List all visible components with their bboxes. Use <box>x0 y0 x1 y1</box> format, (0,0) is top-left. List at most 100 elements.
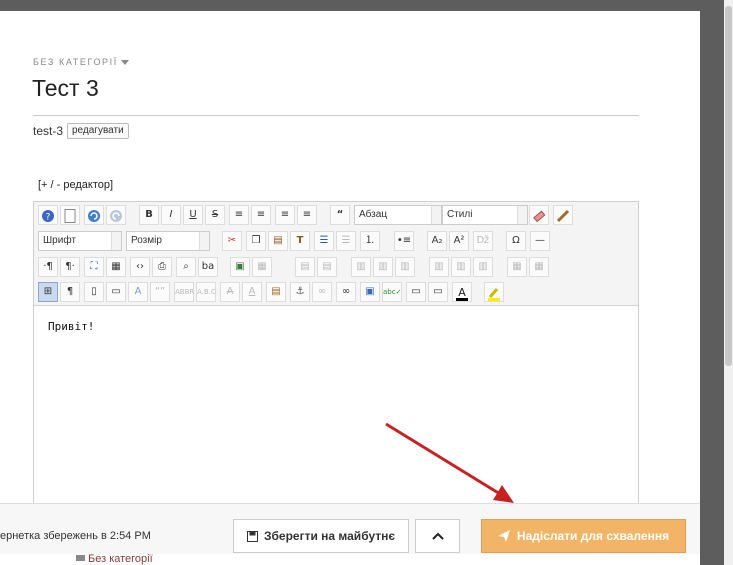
grid-alt-icon[interactable]: ▦ <box>529 257 549 277</box>
merge-right-icon[interactable]: ▥ <box>473 257 493 277</box>
italic-icon[interactable]: I <box>161 205 181 225</box>
subscript-icon[interactable]: A₂ <box>427 231 447 251</box>
template-icon[interactable]: ▦ <box>106 257 126 277</box>
image-icon[interactable]: ▣ <box>230 257 250 277</box>
highlight-icon[interactable] <box>484 282 504 302</box>
underline-icon[interactable]: U <box>183 205 203 225</box>
new-page-icon[interactable] <box>60 205 80 225</box>
special-char-icon[interactable]: Ω <box>506 231 526 251</box>
format-combo-value: Абзац <box>359 209 388 220</box>
fullscreen-icon[interactable]: ⛶ <box>84 257 104 277</box>
acronym-icon[interactable]: A.B.C <box>196 282 216 302</box>
cell-mid-icon[interactable]: ▥ <box>373 257 393 277</box>
iframe-icon[interactable]: ▭ <box>106 282 126 302</box>
ltr-icon[interactable]: ·¶ <box>38 257 58 277</box>
align-left-icon[interactable]: ≡ <box>275 205 295 225</box>
submit-for-approval-button[interactable]: Надіслати для схвалення <box>481 519 686 553</box>
rtl-icon[interactable]: ¶· <box>60 257 80 277</box>
post-panel: БЕЗ КАТЕГОРІЇ Тест 3 test-3 редагувати [… <box>0 11 700 565</box>
strikethrough-icon[interactable]: S <box>205 205 225 225</box>
horizontal-rule-icon[interactable]: — <box>530 231 550 251</box>
cell-right-icon[interactable]: ▥ <box>395 257 415 277</box>
save-for-later-label: Зберегти на майбутнє <box>263 529 396 543</box>
editor-toggle[interactable]: [+ / - редактор] <box>38 179 113 191</box>
svg-text:A: A <box>458 286 466 299</box>
draft-status: ернетка збережень в 2:54 PM <box>0 530 151 542</box>
scrollbar[interactable] <box>724 0 733 565</box>
quote-icon[interactable]: “” <box>150 282 170 302</box>
column-icon[interactable]: ▤ <box>295 257 315 277</box>
svg-text:?: ? <box>46 213 51 223</box>
cut-icon[interactable]: ✂ <box>222 231 242 251</box>
scrollbar-thumb[interactable] <box>725 6 732 366</box>
row-icon[interactable]: ▤ <box>317 257 337 277</box>
table-icon[interactable]: ▦ <box>252 257 272 277</box>
text-style-icon[interactable]: A <box>128 282 148 302</box>
post-title[interactable]: Тест 3 <box>32 75 99 102</box>
font-combo-chevron-icon[interactable] <box>111 232 121 250</box>
align-justify-icon[interactable]: ≡ <box>229 205 249 225</box>
indent-icon[interactable]: ☰ <box>314 231 334 251</box>
merge-left-icon[interactable]: ▥ <box>429 257 449 277</box>
find-icon[interactable]: ⌕ <box>176 257 196 277</box>
text-color-icon[interactable]: A <box>452 282 472 302</box>
select-all-icon[interactable]: ⊞ <box>38 282 58 302</box>
format-combo-chevron-icon[interactable] <box>431 206 441 224</box>
font-combo[interactable]: Шрифт <box>38 231 122 251</box>
attach-icon[interactable]: ▤ <box>266 282 286 302</box>
superscript-icon[interactable]: A² <box>449 231 469 251</box>
div-icon[interactable]: ▭ <box>406 282 426 302</box>
size-combo[interactable]: Розмір <box>126 231 210 251</box>
category-link[interactable]: Без категорії <box>88 554 153 565</box>
brush-icon[interactable] <box>553 205 573 225</box>
merge-mid-icon[interactable]: ▥ <box>451 257 471 277</box>
abbr-icon[interactable]: ABBR <box>174 282 194 302</box>
anchor-icon[interactable]: ⚓ <box>290 282 310 302</box>
image-insert-icon[interactable]: ▣ <box>360 282 380 302</box>
spellcheck-icon[interactable]: ǅ <box>473 231 493 251</box>
align-right-icon[interactable]: ≡ <box>297 205 317 225</box>
paste-icon[interactable]: ▤ <box>268 231 288 251</box>
align-center-icon[interactable]: ≡ <box>251 205 271 225</box>
help-icon[interactable]: ? <box>38 205 58 225</box>
format-combo[interactable]: Абзац <box>354 205 442 225</box>
styles-combo[interactable]: Стилі <box>442 205 528 225</box>
blockquote-icon[interactable]: “ <box>330 205 350 225</box>
chevron-down-icon <box>120 60 129 66</box>
copy-icon[interactable]: ❐ <box>246 231 266 251</box>
box-icon[interactable]: ▭ <box>428 282 448 302</box>
bold-icon[interactable]: B <box>139 205 159 225</box>
outdent-icon[interactable]: ☰ <box>336 231 356 251</box>
redo-icon[interactable] <box>106 205 126 225</box>
save-for-later-button[interactable]: Зберегти на майбутнє <box>233 519 409 553</box>
del-icon[interactable]: A <box>220 282 240 302</box>
ins-icon[interactable]: A <box>242 282 262 302</box>
link-icon[interactable]: ∞ <box>336 282 356 302</box>
styles-combo-chevron-icon[interactable] <box>517 206 527 224</box>
preview-icon[interactable]: ▯ <box>84 282 104 302</box>
submit-for-approval-label: Надіслати для схвалення <box>516 529 670 543</box>
chevron-up-icon <box>431 532 444 540</box>
size-combo-chevron-icon[interactable] <box>199 232 209 250</box>
eraser-icon[interactable] <box>529 205 549 225</box>
styles-combo-value: Стилі <box>447 209 473 220</box>
post-slug: test-3 <box>33 124 64 138</box>
grid-icon[interactable]: ▦ <box>507 257 527 277</box>
expand-options-button[interactable] <box>415 519 460 553</box>
edit-slug-button[interactable]: редагувати <box>67 123 129 139</box>
cell-left-icon[interactable]: ▥ <box>351 257 371 277</box>
bullet-list-icon[interactable]: •≡ <box>394 231 414 251</box>
replace-icon[interactable]: ba <box>198 257 218 277</box>
spell-icon[interactable]: abc✓ <box>382 282 402 302</box>
paragraph-mark-icon[interactable]: ¶ <box>60 282 80 302</box>
paste-text-icon[interactable]: T <box>290 231 310 251</box>
rich-text-editor: ? B I U S ≡ ≡ ≡ ≡ “ Абзац Стилі Шрифт Ро… <box>33 201 639 511</box>
print-icon[interactable]: ⎙ <box>152 257 172 277</box>
category-selector[interactable]: БЕЗ КАТЕГОРІЇ <box>33 57 129 67</box>
undo-icon[interactable] <box>84 205 104 225</box>
unlink-icon[interactable]: ∞ <box>312 282 332 302</box>
editor-content[interactable]: Привіт! <box>48 320 94 333</box>
source-icon[interactable]: ‹› <box>130 257 150 277</box>
numbered-list-icon[interactable]: ⒈ <box>360 231 380 251</box>
toolbar-row-3: ·¶ ¶· ⛶ ▦ ‹› ⎙ ⌕ ba ▣ ▦ ▤ ▤ ▥ ▥ ▥ ▥ ▥ ▥ … <box>37 257 637 279</box>
